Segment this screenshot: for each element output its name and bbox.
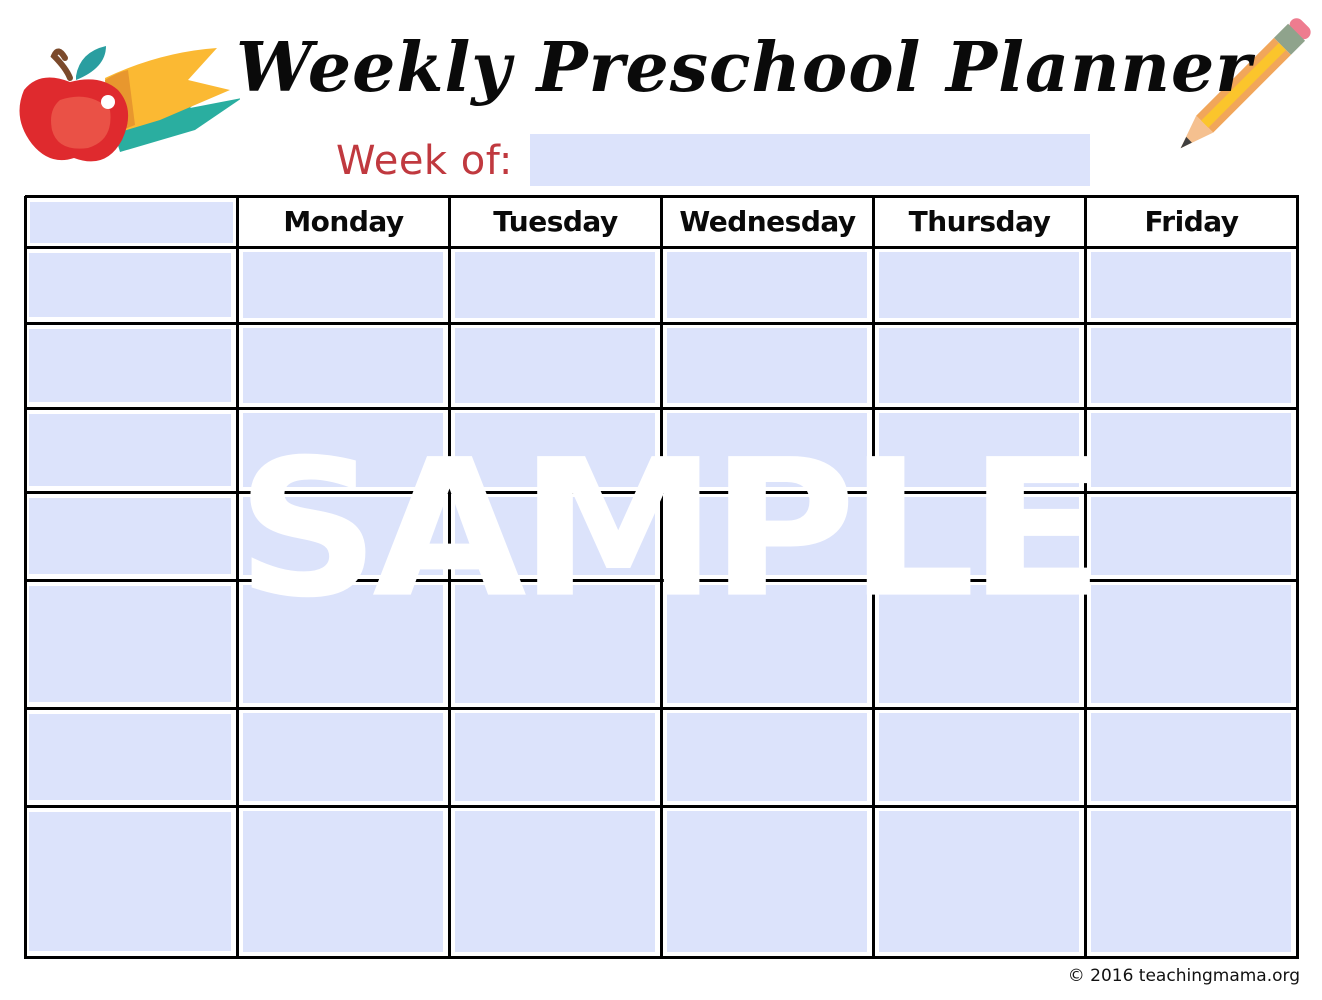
week-of-field[interactable] <box>530 134 1090 186</box>
day-header-tuesday: Tuesday <box>493 205 618 238</box>
cell-field-friday-row-6[interactable] <box>1091 713 1291 801</box>
grid-column-line <box>1296 196 1299 959</box>
grid-row-line <box>25 956 1299 959</box>
cell-field-monday-row-6[interactable] <box>243 713 443 801</box>
cell-field-monday-row-4[interactable] <box>243 497 443 575</box>
corner-cell-field[interactable] <box>30 202 233 243</box>
cell-field-tuesday-row-1[interactable] <box>455 252 655 318</box>
cell-field-tuesday-row-3[interactable] <box>455 413 655 487</box>
grid-column-line <box>660 196 663 959</box>
cell-field-monday-row-7[interactable] <box>243 811 443 952</box>
cell-field-thursday-row-4[interactable] <box>879 497 1079 575</box>
cell-field-wednesday-row-7[interactable] <box>667 811 867 952</box>
cell-field-wednesday-row-3[interactable] <box>667 413 867 487</box>
row-label-field-5[interactable] <box>29 586 231 702</box>
row-label-field-7[interactable] <box>29 812 231 951</box>
grid-row-line <box>25 579 1299 582</box>
day-header-thursday: Thursday <box>908 205 1051 238</box>
cell-field-tuesday-row-2[interactable] <box>455 328 655 403</box>
grid-column-line <box>24 196 27 959</box>
grid-row-line <box>25 195 1299 198</box>
cell-field-wednesday-row-5[interactable] <box>667 585 867 703</box>
cell-field-thursday-row-6[interactable] <box>879 713 1079 801</box>
cell-field-tuesday-row-5[interactable] <box>455 585 655 703</box>
cell-field-wednesday-row-1[interactable] <box>667 252 867 318</box>
grid-row-line <box>25 805 1299 808</box>
grid-row-line <box>25 246 1299 249</box>
cell-field-tuesday-row-6[interactable] <box>455 713 655 801</box>
row-label-field-3[interactable] <box>29 414 231 486</box>
row-label-field-1[interactable] <box>29 253 231 317</box>
cell-field-wednesday-row-4[interactable] <box>667 497 867 575</box>
cell-field-thursday-row-5[interactable] <box>879 585 1079 703</box>
cell-field-thursday-row-7[interactable] <box>879 811 1079 952</box>
grid-column-line <box>1084 196 1087 959</box>
cell-field-thursday-row-3[interactable] <box>879 413 1079 487</box>
grid-row-line <box>25 707 1299 710</box>
cell-field-friday-row-3[interactable] <box>1091 413 1291 487</box>
grid-row-line <box>25 322 1299 325</box>
grid-column-line <box>872 196 875 959</box>
cell-field-monday-row-3[interactable] <box>243 413 443 487</box>
grid-row-line <box>25 491 1299 494</box>
copyright-footer: © 2016 teachingmama.org <box>1067 966 1300 986</box>
day-header-wednesday: Wednesday <box>679 205 856 238</box>
cell-field-monday-row-5[interactable] <box>243 585 443 703</box>
cell-field-tuesday-row-4[interactable] <box>455 497 655 575</box>
day-header-monday: Monday <box>283 205 404 238</box>
apple-ribbon-illustration <box>19 46 240 162</box>
cell-field-friday-row-7[interactable] <box>1091 811 1291 952</box>
row-label-field-6[interactable] <box>29 714 231 800</box>
cell-field-wednesday-row-6[interactable] <box>667 713 867 801</box>
page-title: Weekly Preschool Planner <box>236 28 1253 108</box>
cell-field-friday-row-5[interactable] <box>1091 585 1291 703</box>
apple-icon <box>19 46 129 162</box>
day-header-friday: Friday <box>1144 205 1239 238</box>
cell-field-friday-row-1[interactable] <box>1091 252 1291 318</box>
grid-column-line <box>448 196 451 959</box>
cell-field-thursday-row-2[interactable] <box>879 328 1079 403</box>
cell-field-friday-row-2[interactable] <box>1091 328 1291 403</box>
grid-row-line <box>25 407 1299 410</box>
cell-field-tuesday-row-7[interactable] <box>455 811 655 952</box>
grid-column-line <box>236 196 239 959</box>
cell-field-monday-row-1[interactable] <box>243 252 443 318</box>
row-label-field-4[interactable] <box>29 498 231 574</box>
week-of-label: Week of: <box>336 138 513 184</box>
cell-field-friday-row-4[interactable] <box>1091 497 1291 575</box>
cell-field-thursday-row-1[interactable] <box>879 252 1079 318</box>
ribbon-icon <box>105 48 240 152</box>
cell-field-wednesday-row-2[interactable] <box>667 328 867 403</box>
row-label-field-2[interactable] <box>29 329 231 402</box>
cell-field-monday-row-2[interactable] <box>243 328 443 403</box>
